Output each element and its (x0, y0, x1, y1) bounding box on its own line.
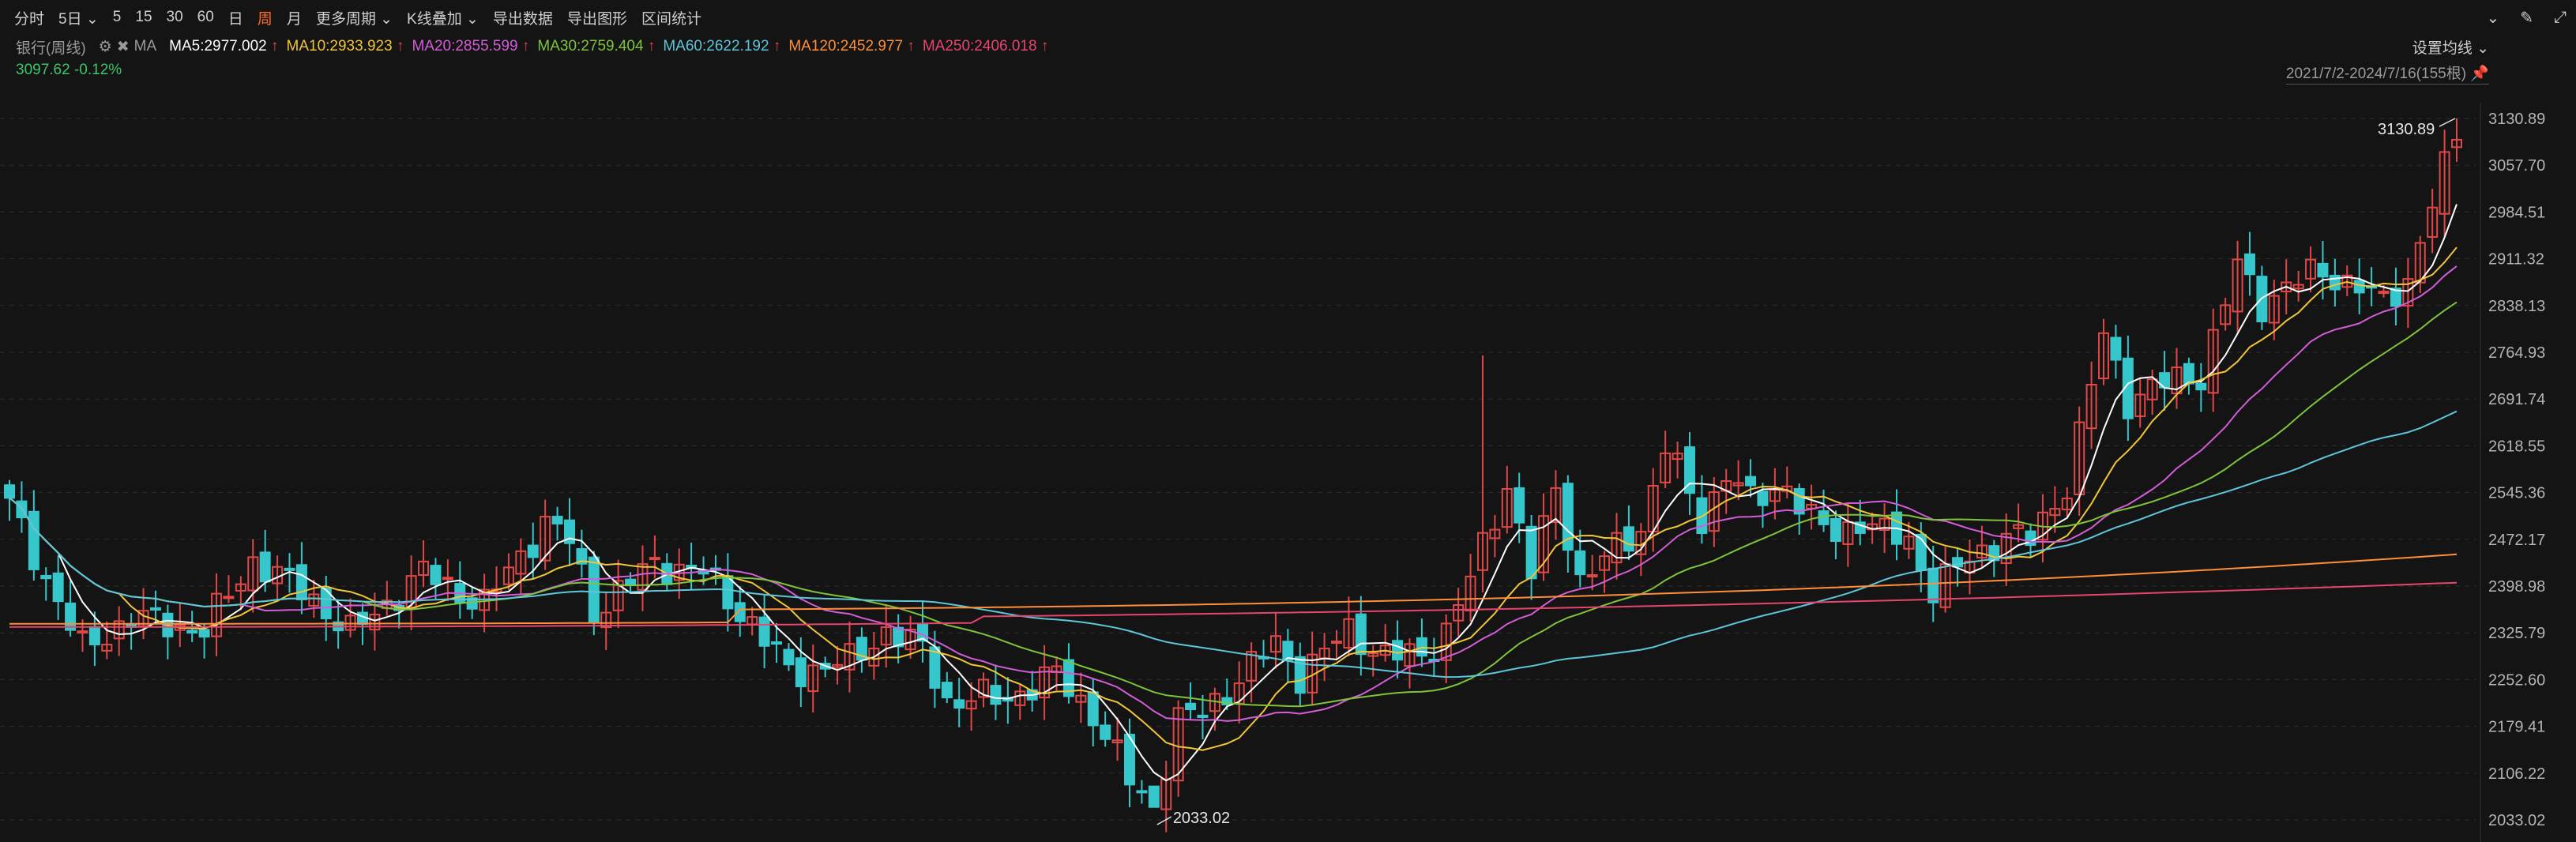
candle-body (1136, 790, 1148, 794)
candle-body (795, 657, 807, 688)
y-tick-label: 2472.17 (2488, 532, 2545, 549)
candle-body (1915, 533, 1927, 571)
candle-body (198, 629, 210, 638)
high-label: 3130.89 (2378, 121, 2435, 138)
y-tick-label: 2545.36 (2488, 485, 2545, 502)
low-label: 2033.02 (1173, 810, 1230, 827)
candle-body (2317, 262, 2329, 278)
candle-body (1927, 567, 1939, 603)
y-tick-label: 2838.13 (2488, 298, 2545, 315)
candle-body (4, 484, 15, 499)
candle-body (990, 685, 1002, 705)
candle-body (2353, 280, 2365, 294)
candle-body (527, 544, 539, 558)
candle-body (551, 516, 563, 524)
low-pointer (1156, 816, 1172, 825)
candle-body (1331, 641, 1343, 645)
ma-line-10 (9, 246, 2458, 751)
candle-body (1392, 640, 1404, 661)
candle-body (1623, 526, 1634, 552)
y-tick-label: 2106.22 (2488, 765, 2545, 783)
candle-body (259, 551, 271, 583)
candle-body (771, 641, 783, 645)
y-tick-label: 2325.79 (2488, 625, 2545, 642)
candle-body (186, 630, 198, 634)
y-tick-label: 3057.70 (2488, 157, 2545, 175)
y-tick-label: 2179.41 (2488, 719, 2545, 736)
candle-body (1745, 476, 1757, 487)
candle-body (2195, 382, 2207, 391)
candlestick-chart: 3130.89 3057.70 2984.51 2911.32 2838.13 2764.… (0, 103, 2545, 842)
candle-body (284, 567, 295, 571)
y-tick-label: 2911.32 (2488, 251, 2544, 269)
candle-body (1197, 714, 1209, 718)
candle-body (77, 630, 88, 634)
candle-body (758, 616, 770, 647)
candle-body (2243, 253, 2255, 276)
ma-line-30 (9, 301, 2458, 708)
candle-body (52, 572, 64, 603)
candle-body (2378, 291, 2390, 295)
y-tick-label: 2691.74 (2488, 391, 2545, 408)
candle-body (88, 626, 100, 646)
candle-body (1185, 702, 1197, 711)
candle-body (1514, 487, 1525, 524)
candle-body (1586, 573, 1598, 577)
candle-body (223, 596, 235, 600)
candle-body (953, 699, 965, 709)
y-tick-label: 2252.60 (2488, 671, 2545, 689)
candle-body (649, 557, 660, 561)
candle-body (1574, 550, 1586, 576)
candle-body (40, 574, 52, 580)
candle-body (1087, 691, 1099, 727)
candle-body (295, 564, 307, 600)
y-tick-label: 2764.93 (2488, 344, 2545, 362)
candle-body (16, 500, 28, 519)
candle-body (430, 565, 442, 585)
high-pointer (2439, 118, 2456, 127)
y-tick-label: 3130.89 (2488, 111, 2545, 128)
y-tick-label: 2398.98 (2488, 578, 2545, 596)
candle-body (1757, 491, 1769, 506)
candle-body (1830, 517, 1841, 543)
candle-body (783, 648, 795, 666)
y-tick-label: 2033.02 (2488, 812, 2545, 829)
candle-body (1148, 785, 1160, 808)
candle-body (442, 577, 453, 581)
candle-body (1100, 724, 1111, 740)
candle-body (2110, 336, 2122, 361)
candle-body (588, 556, 600, 623)
candle-body (1355, 613, 1367, 656)
candle-body (65, 602, 77, 631)
y-tick-label: 2984.51 (2488, 204, 2545, 221)
candle-body (149, 607, 161, 611)
candle-body (2183, 363, 2194, 385)
candle-body (28, 510, 39, 570)
candle-body (1525, 525, 1537, 580)
candle-body (941, 682, 953, 698)
y-tick-label: 2618.55 (2488, 438, 2545, 455)
ma-line-60 (9, 410, 2458, 678)
